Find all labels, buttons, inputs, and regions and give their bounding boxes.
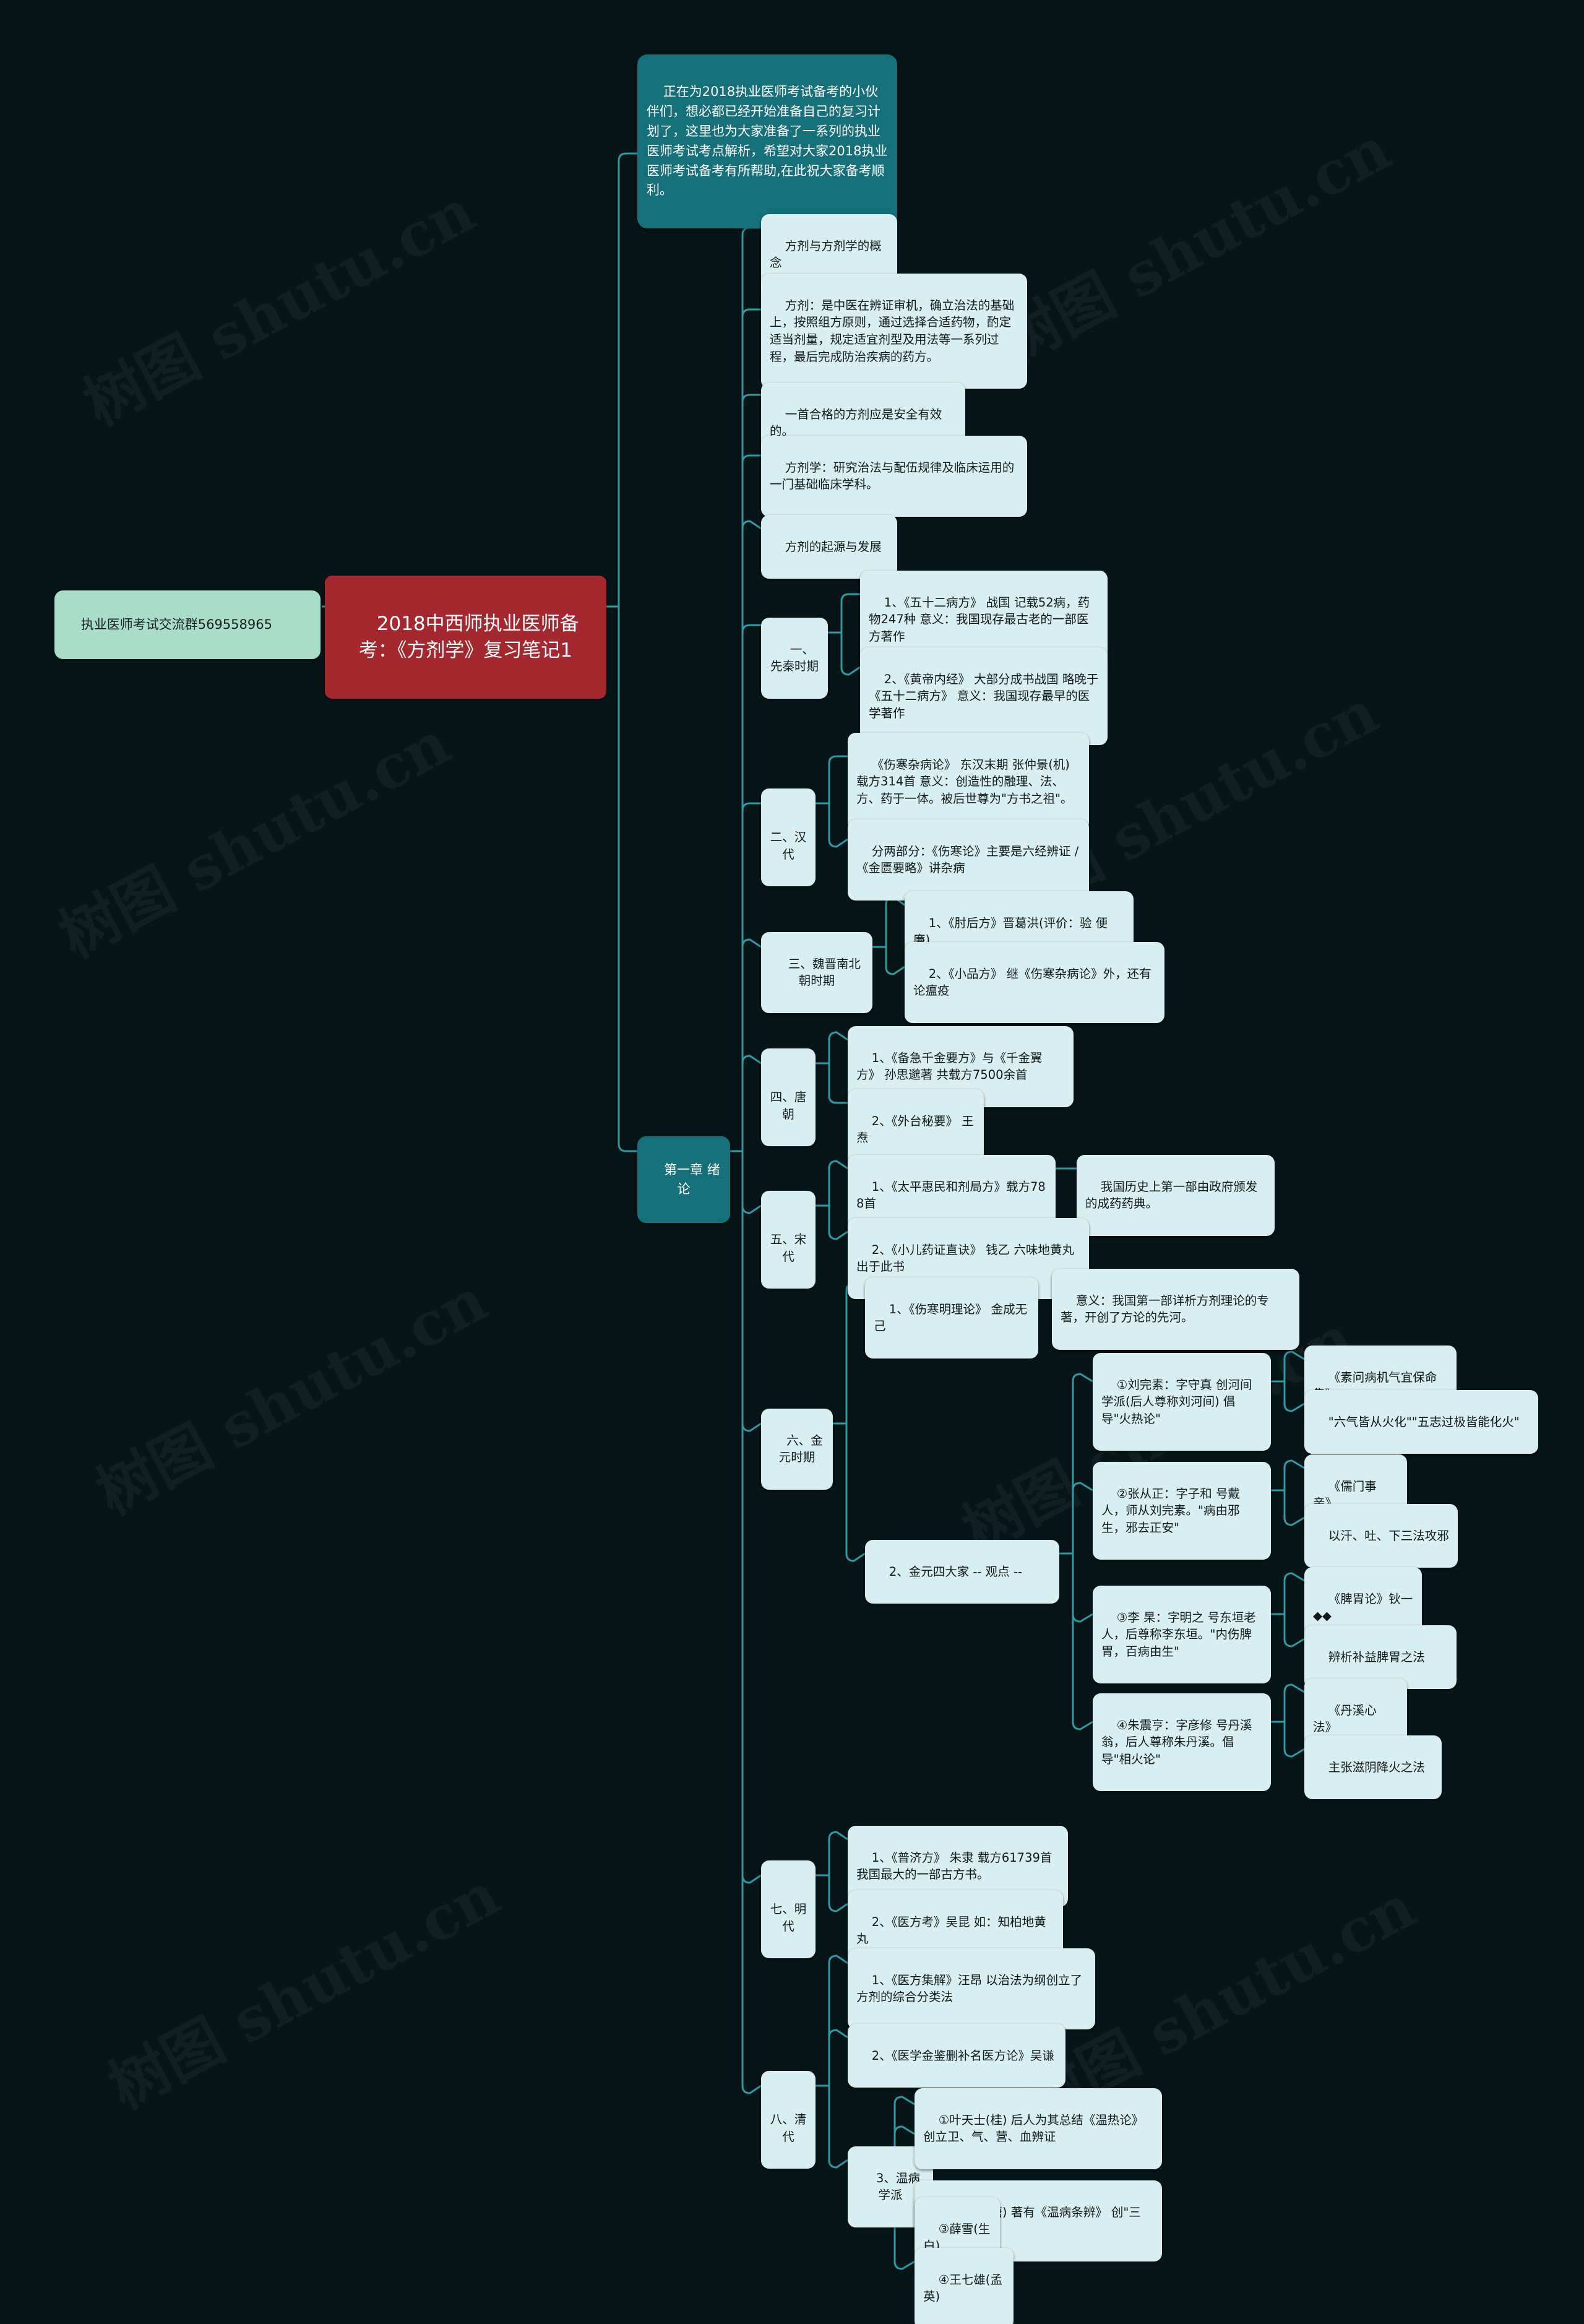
origin-heading[interactable]: 方剂的起源与发展 <box>761 515 897 579</box>
period-child[interactable]: 1、《伤寒明理论》 金成无己 <box>865 1277 1038 1359</box>
period-child-text: 2、《小品方》 继《伤寒杂病论》外，还有论瘟疫 <box>913 966 1151 998</box>
master-view-text: 辨析补益脾胃之法 <box>1328 1649 1425 1664</box>
period-child-text: 1、《普济方》 朱隶 载方61739首 我国最大的一部古方书。 <box>856 1850 1056 1882</box>
period-label-text: 八、清代 <box>770 2112 807 2145</box>
master-view[interactable]: 主张滋阴降火之法 <box>1304 1735 1442 1800</box>
period-label-5[interactable]: 五、宋代 <box>761 1191 816 1289</box>
master-text: ②张从正：字子和 号戴人，师从刘完素。"病由邪生，邪去正安" <box>1101 1486 1240 1536</box>
period-child-text: 1、《太平惠民和剂局方》载方788首 <box>856 1179 1046 1211</box>
watermark: 树图 shutu.cn <box>42 696 462 974</box>
period-label-7[interactable]: 七、明代 <box>761 1860 816 1959</box>
period-label-text: 四、唐朝 <box>770 1090 807 1122</box>
period-child-text: 2、《医方考》吴昆 如：知柏地黄丸 <box>856 1914 1046 1946</box>
period-child-text: 2、《小儿药证直诀》 钱乙 六味地黄丸出于此书 <box>856 1242 1074 1274</box>
period-child[interactable]: 《伤寒杂病论》 东汉末期 张仲景(机) 载方314首 意义：创造性的融理、法、方… <box>848 733 1089 831</box>
period-child-text: 2、《黄帝内经》 大部分成书战国 略晚于《五十二病方》 意义：我国现存最早的医学… <box>869 672 1099 721</box>
master-view-text: 主张滋阴降火之法 <box>1328 1760 1425 1774</box>
master-view[interactable]: "六气皆从火化""五志过极皆能化火" <box>1304 1390 1538 1454</box>
master-text: ③李 杲：字明之 号东垣老人，后尊称李东垣。"内伤脾胃，百病由生" <box>1101 1610 1256 1659</box>
period-grandchild-text: 我国历史上第一部由政府颁发的成药药典。 <box>1085 1179 1258 1211</box>
chapter-node[interactable]: 第一章 绪论 <box>637 1136 730 1223</box>
master-view[interactable]: 以汗、吐、下三法攻邪 <box>1304 1504 1458 1568</box>
watermark: 树图 shutu.cn <box>92 1847 512 2125</box>
intro-text: 正在为2018执业医师考试备考的小伙伴们，想必都已经开始准备自己的复习计划了，这… <box>647 84 888 198</box>
mindmap-canvas: 树图 shutu.cn 树图 shutu.cn 树图 shutu.cn 树图 s… <box>0 0 1584 2324</box>
period-child-text: 2、金元四大家 -- 观点 -- <box>889 1564 1022 1579</box>
master-work-text: 《脾胃论》钬一◆◆ <box>1313 1591 1413 1623</box>
master-node[interactable]: ③李 杲：字明之 号东垣老人，后尊称李东垣。"内伤脾胃，百病由生" <box>1093 1586 1271 1684</box>
period-grandchild-text: 意义：我国第一部详析方剂理论的专著，开创了方论的先河。 <box>1061 1293 1269 1325</box>
period-child[interactable]: 2、《小品方》 继《伤寒杂病论》外，还有论瘟疫 <box>905 942 1164 1023</box>
period-label-8[interactable]: 八、清代 <box>761 2071 816 2169</box>
period-child-text: 1、《伤寒明理论》 金成无己 <box>874 1302 1028 1334</box>
chapter-label: 第一章 绪论 <box>664 1162 720 1196</box>
origin-heading-label: 方剂的起源与发展 <box>785 539 882 554</box>
concept-item[interactable]: 方剂学：研究治法与配伍规律及临床运用的一门基础临床学科。 <box>761 436 1027 517</box>
master-text: ④朱震亨：字彦修 号丹溪翁，后人尊称朱丹溪。倡导"相火论" <box>1101 1717 1252 1767</box>
period-grandchild[interactable]: 我国历史上第一部由政府颁发的成药药典。 <box>1077 1155 1275 1236</box>
period-label-text: 五、宋代 <box>770 1232 807 1264</box>
side-note-group-id[interactable]: 执业医师考试交流群569558965 <box>54 590 321 660</box>
period-label-text: 一、先秦时期 <box>770 642 819 674</box>
period-label-text: 七、明代 <box>770 1902 807 1934</box>
master-text: ①刘完素：字守真 创河间学派(后人尊称刘河间) 倡导"火热论" <box>1101 1377 1252 1427</box>
period-label-2[interactable]: 二、汉代 <box>761 788 816 887</box>
concept-heading-label: 方剂与方剂学的概念 <box>770 238 882 270</box>
root-node[interactable]: 2018中西师执业医师备考：《方剂学》复习笔记1 <box>325 576 606 699</box>
period-label-1[interactable]: 一、先秦时期 <box>761 618 828 699</box>
watermark: 树图 shutu.cn <box>983 102 1403 380</box>
master-view-text: 以汗、吐、下三法攻邪 <box>1328 1528 1449 1543</box>
wenbing-item[interactable]: ①叶天士(桂) 后人为其总结《温热论》 创立卫、气、营、血辨证 <box>915 2088 1162 2169</box>
concept-item-text: 方剂学：研究治法与配伍规律及临床运用的一门基础临床学科。 <box>770 460 1015 492</box>
master-node[interactable]: ④朱震亨：字彦修 号丹溪翁，后人尊称朱丹溪。倡导"相火论" <box>1093 1693 1271 1792</box>
period-child-text: 1、《医方集解》汪昂 以治法为纲创立了方剂的综合分类法 <box>856 1972 1083 2005</box>
side-note-label: 执业医师考试交流群569558965 <box>80 617 272 633</box>
watermark: 树图 shutu.cn <box>67 164 487 442</box>
period-grandchild[interactable]: 意义：我国第一部详析方剂理论的专著，开创了方论的先河。 <box>1052 1269 1299 1350</box>
period-label-text: 六、金元时期 <box>778 1433 823 1465</box>
period-child[interactable]: 2、金元四大家 -- 观点 -- <box>865 1540 1059 1604</box>
master-node[interactable]: ①刘完素：字守真 创河间学派(后人尊称刘河间) 倡导"火热论" <box>1093 1353 1271 1451</box>
period-label-text: 二、汉代 <box>770 830 807 862</box>
period-child-text: 2、《外台秘要》 王焘 <box>856 1113 974 1146</box>
wenbing-item-text: ④王七雄(孟英) <box>923 2272 1002 2304</box>
period-child-text: 分两部分：《伤寒论》主要是六经辨证 /《金匮要略》讲杂病 <box>856 844 1079 876</box>
concept-item-text: 方剂：是中医在辨证审机，确立治法的基础上，按照组方原则，通过选择合适药物，酌定适… <box>770 298 1015 364</box>
period-label-text: 三、魏晋南北朝时期 <box>788 956 861 988</box>
watermark: 树图 shutu.cn <box>79 1253 499 1531</box>
period-child-text: 3、温病学派 <box>876 2171 920 2203</box>
period-label-4[interactable]: 四、唐朝 <box>761 1048 816 1147</box>
concept-item[interactable]: 方剂：是中医在辨证审机，确立治法的基础上，按照组方原则，通过选择合适药物，酌定适… <box>761 274 1027 389</box>
wenbing-item-text: ①叶天士(桂) 后人为其总结《温热论》 创立卫、气、营、血辨证 <box>923 2112 1148 2145</box>
master-view-text: "六气皆从火化""五志过极皆能化火" <box>1328 1414 1520 1429</box>
master-node[interactable]: ②张从正：字子和 号戴人，师从刘完素。"病由邪生，邪去正安" <box>1093 1462 1271 1560</box>
period-label-6[interactable]: 六、金元时期 <box>761 1409 833 1490</box>
period-child[interactable]: 分两部分：《伤寒论》主要是六经辨证 /《金匮要略》讲杂病 <box>848 819 1089 901</box>
period-child-text: 1、《备急千金要方》与《千金翼方》 孙思邈著 共载方7500余首 <box>856 1050 1043 1082</box>
period-child-text: 2、《医学金鉴删补名医方论》吴谦 <box>871 2048 1054 2063</box>
wenbing-item[interactable]: ④王七雄(孟英) <box>915 2248 1014 2324</box>
master-work-text: 《丹溪心法》 <box>1313 1703 1377 1735</box>
period-label-3[interactable]: 三、魏晋南北朝时期 <box>761 932 872 1013</box>
period-child-text: 《伤寒杂病论》 东汉末期 张仲景(机) 载方314首 意义：创造性的融理、法、方… <box>856 757 1074 806</box>
concept-item-text: 一首合格的方剂应是安全有效的。 <box>770 407 942 439</box>
period-child-text: 1、《五十二病方》 战国 记载52病，药物247种 意义：我国现存最古老的一部医… <box>869 595 1090 644</box>
intro-note[interactable]: 正在为2018执业医师考试备考的小伙伴们，想必都已经开始准备自己的复习计划了，这… <box>637 54 897 229</box>
period-child[interactable]: 1、《医方集解》汪昂 以治法为纲创立了方剂的综合分类法 <box>848 1948 1095 2029</box>
root-title: 2018中西师执业医师备考：《方剂学》复习笔记1 <box>358 612 579 662</box>
period-child[interactable]: 2、《黄帝内经》 大部分成书战国 略晚于《五十二病方》 意义：我国现存最早的医学… <box>860 647 1108 746</box>
period-child[interactable]: 2、《医学金鉴删补名医方论》吴谦 <box>848 2024 1065 2088</box>
